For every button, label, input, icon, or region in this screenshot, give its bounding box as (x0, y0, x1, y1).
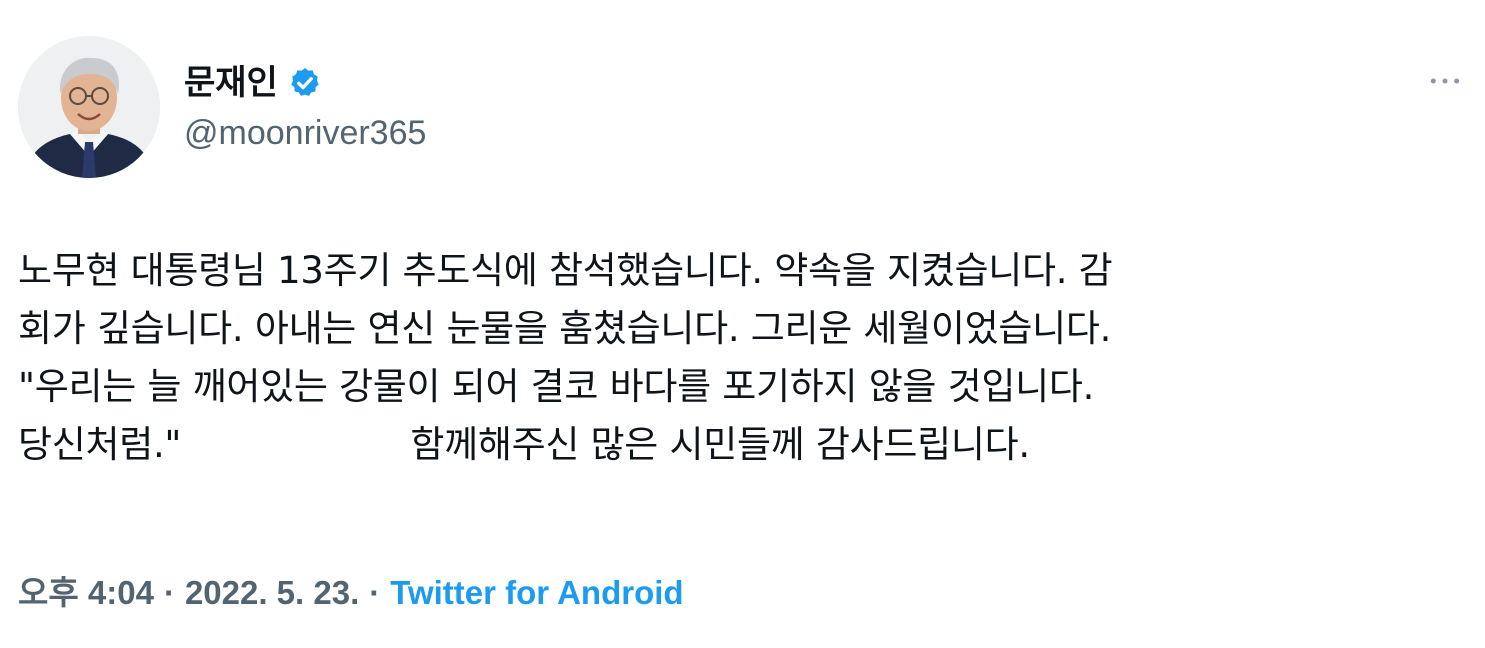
tweet-card: 문재인 @moonriver365 노무현 대통령님 13주기 추도식에 참석했… (0, 0, 1485, 648)
display-name[interactable]: 문재인 (184, 66, 278, 100)
avatar-image (18, 36, 160, 178)
meta-separator: · (369, 574, 381, 611)
tweet-date[interactable]: 2022. 5. 23. (185, 574, 359, 611)
tweet-text: 노무현 대통령님 13주기 추도식에 참석했습니다. 약속을 지켰습니다. 감 … (18, 249, 1113, 466)
meta-separator: · (163, 574, 175, 611)
avatar[interactable] (18, 36, 160, 178)
name-row: 문재인 (184, 58, 322, 108)
more-horizontal-icon[interactable] (1425, 66, 1465, 96)
user-handle[interactable]: @moonriver365 (184, 108, 426, 158)
tweet-source-link[interactable]: Twitter for Android (390, 574, 683, 611)
tweet-time[interactable]: 오후 4:04 (18, 574, 154, 611)
tweet-meta: 오후 4:04 · 2022. 5. 23. · Twitter for Android (18, 568, 684, 618)
verified-badge-icon (288, 66, 322, 100)
